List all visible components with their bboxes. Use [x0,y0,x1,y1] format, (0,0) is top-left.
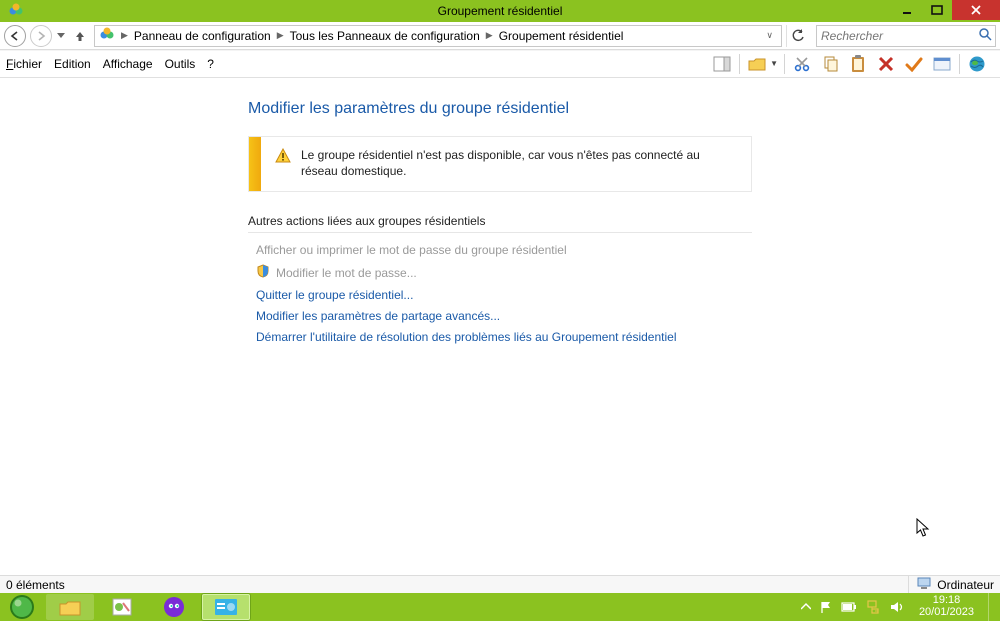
dropdown-icon[interactable]: ▼ [770,59,778,68]
menu-edit[interactable]: Edition [54,57,91,71]
actions-list: Afficher ou imprimer le mot de passe du … [248,243,752,344]
toolbar: ▼ [711,53,994,75]
taskbar-item-app2[interactable] [150,594,198,620]
banner-stripe [249,137,261,191]
window-caption-buttons [892,0,1000,22]
maximize-button[interactable] [922,0,952,20]
properties-icon[interactable] [931,53,953,75]
flag-icon[interactable] [819,600,833,614]
address-bar: ▶ Panneau de configuration ▶ Tous les Pa… [0,22,1000,50]
clock[interactable]: 19:18 20/01/2023 [913,595,980,618]
network-icon[interactable] [865,600,881,614]
window-title: Groupement résidentiel [0,4,1000,18]
section-title: Autres actions liées aux groupes résiden… [248,214,752,233]
menu-help[interactable]: ? [207,57,214,71]
homegroup-icon [8,3,24,22]
content-area: Modifier les paramètres du groupe réside… [0,78,1000,575]
menu-file[interactable]: FFichierichier [6,57,42,71]
breadcrumb-item[interactable]: Tous les Panneaux de configuration [288,29,482,43]
chevron-right-icon[interactable]: ▶ [275,30,286,41]
copy-icon[interactable] [819,53,841,75]
close-button[interactable] [952,0,1000,20]
action-advanced-sharing[interactable]: Modifier les paramètres de partage avanc… [256,309,752,323]
action-change-password: Modifier le mot de passe... [276,266,417,280]
action-troubleshoot[interactable]: Démarrer l'utilitaire de résolution des … [256,330,752,344]
search-input[interactable] [821,29,978,43]
breadcrumb[interactable]: ▶ Panneau de configuration ▶ Tous les Pa… [94,25,782,47]
taskbar-item-control-panel[interactable] [202,594,250,620]
start-button[interactable] [0,593,44,621]
breadcrumb-item[interactable]: Panneau de configuration [132,29,273,43]
system-tray: 19:18 20/01/2023 [801,593,1000,621]
shield-icon [256,264,270,281]
chevron-right-icon[interactable]: ▶ [484,30,495,41]
clock-date: 20/01/2023 [919,607,974,619]
history-dropdown[interactable] [56,33,66,39]
banner-text: Le groupe résidentiel n'est pas disponib… [301,147,737,179]
taskbar: 19:18 20/01/2023 [0,593,1000,621]
menu-tools[interactable]: Outils [165,57,196,71]
back-button[interactable] [4,25,26,47]
status-computer: Ordinateur [937,578,994,592]
up-button[interactable] [70,29,90,43]
status-count: 0 éléments [6,578,65,592]
homegroup-icon [99,27,115,44]
battery-icon[interactable] [841,601,857,613]
taskbar-item-explorer[interactable] [46,594,94,620]
show-desktop-button[interactable] [988,593,996,621]
globe-icon[interactable] [966,53,988,75]
search-icon[interactable] [978,27,992,44]
status-bar: 0 éléments Ordinateur [0,575,1000,593]
computer-icon [917,577,933,592]
refresh-button[interactable] [786,25,808,47]
warning-banner: Le groupe résidentiel n'est pas disponib… [248,136,752,192]
warning-icon [275,148,291,179]
page-title: Modifier les paramètres du groupe réside… [248,100,752,118]
menu-bar: FFichierichier Edition Affichage Outils … [0,50,1000,78]
action-leave-homegroup[interactable]: Quitter le groupe résidentiel... [256,288,752,302]
window-titlebar: Groupement résidentiel [0,0,1000,22]
paste-icon[interactable] [847,53,869,75]
breadcrumb-item[interactable]: Groupement résidentiel [497,29,626,43]
cut-icon[interactable] [791,53,813,75]
forward-button[interactable] [30,25,52,47]
tray-overflow-icon[interactable] [801,602,811,612]
volume-icon[interactable] [889,600,905,614]
preview-pane-icon[interactable] [711,53,733,75]
chevron-right-icon[interactable]: ▶ [119,30,130,41]
folder-options-icon[interactable] [746,53,768,75]
search-box[interactable] [816,25,996,47]
minimize-button[interactable] [892,0,922,20]
delete-icon[interactable] [875,53,897,75]
check-icon[interactable] [903,53,925,75]
action-view-password: Afficher ou imprimer le mot de passe du … [256,243,752,257]
breadcrumb-dropdown[interactable]: ∨ [762,30,777,41]
taskbar-item-app1[interactable] [98,594,146,620]
menu-view[interactable]: Affichage [103,57,153,71]
